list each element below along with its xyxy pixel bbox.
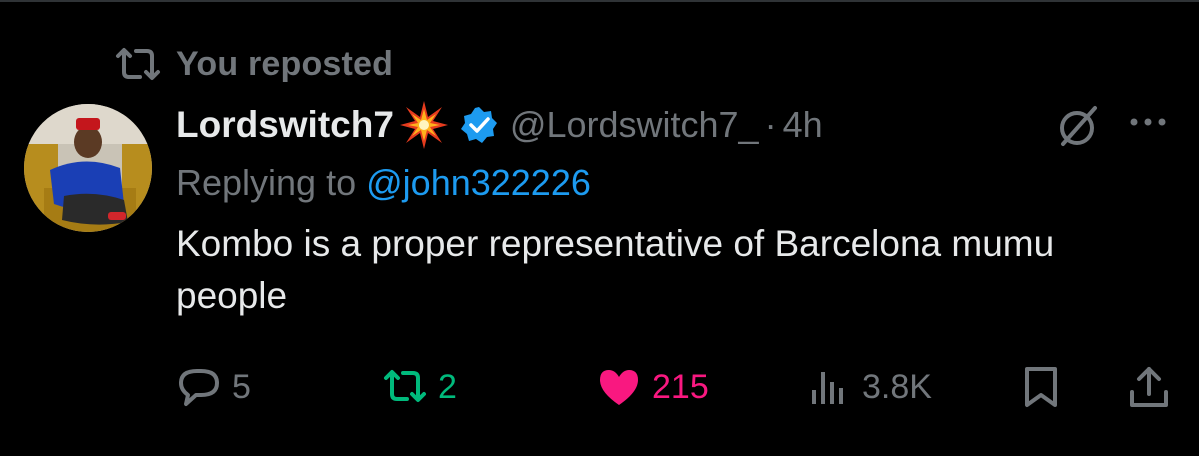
- timestamp[interactable]: 4h: [783, 104, 823, 146]
- more-options-icon[interactable]: [1128, 112, 1168, 132]
- collision-burst-icon: [399, 101, 448, 149]
- share-icon: [1130, 367, 1168, 407]
- author-handle[interactable]: @Lordswitch7_: [510, 104, 759, 146]
- tweet-text: Kombo is a proper representative of Barc…: [176, 223, 1055, 316]
- share-button[interactable]: [1126, 362, 1172, 412]
- repost-count: 2: [438, 367, 457, 406]
- like-button[interactable]: 215: [596, 362, 709, 412]
- header-separator: ·: [764, 104, 777, 145]
- repost-banner-text: You reposted: [176, 44, 394, 83]
- views-count: 3.8K: [862, 367, 932, 406]
- reply-mention-link[interactable]: @john322226: [366, 162, 591, 203]
- tweet-body[interactable]: Lordswitch7 @Lordswitch7_ · 4h Replying …: [176, 96, 1176, 322]
- author-display-name[interactable]: Lordswitch7: [176, 104, 394, 146]
- bookmark-button[interactable]: [1018, 362, 1064, 412]
- repost-icon: [384, 370, 426, 402]
- repost-banner: You reposted: [114, 42, 393, 86]
- replying-to: Replying to @john322226: [176, 162, 1176, 206]
- repost-icon: [116, 48, 160, 80]
- avatar-image: [24, 104, 152, 232]
- action-bar: 5 2 215 3.8K: [176, 362, 1176, 412]
- verified-badge-icon: [460, 107, 497, 143]
- reply-count: 5: [232, 367, 251, 406]
- like-count: 215: [652, 367, 709, 406]
- avatar[interactable]: [24, 104, 152, 232]
- tweet-header: Lordswitch7 @Lordswitch7_ · 4h: [176, 96, 1176, 154]
- grok-icon[interactable]: [1053, 102, 1101, 150]
- repost-button[interactable]: 2: [382, 362, 457, 412]
- views-button[interactable]: 3.8K: [806, 362, 932, 412]
- heart-icon: [600, 370, 638, 405]
- bookmark-icon: [1025, 367, 1057, 407]
- views-chart-icon: [812, 372, 843, 404]
- reply-button[interactable]: 5: [176, 362, 251, 412]
- replying-to-label: Replying to: [176, 162, 357, 203]
- top-divider: [0, 0, 1199, 2]
- reply-icon: [179, 369, 219, 406]
